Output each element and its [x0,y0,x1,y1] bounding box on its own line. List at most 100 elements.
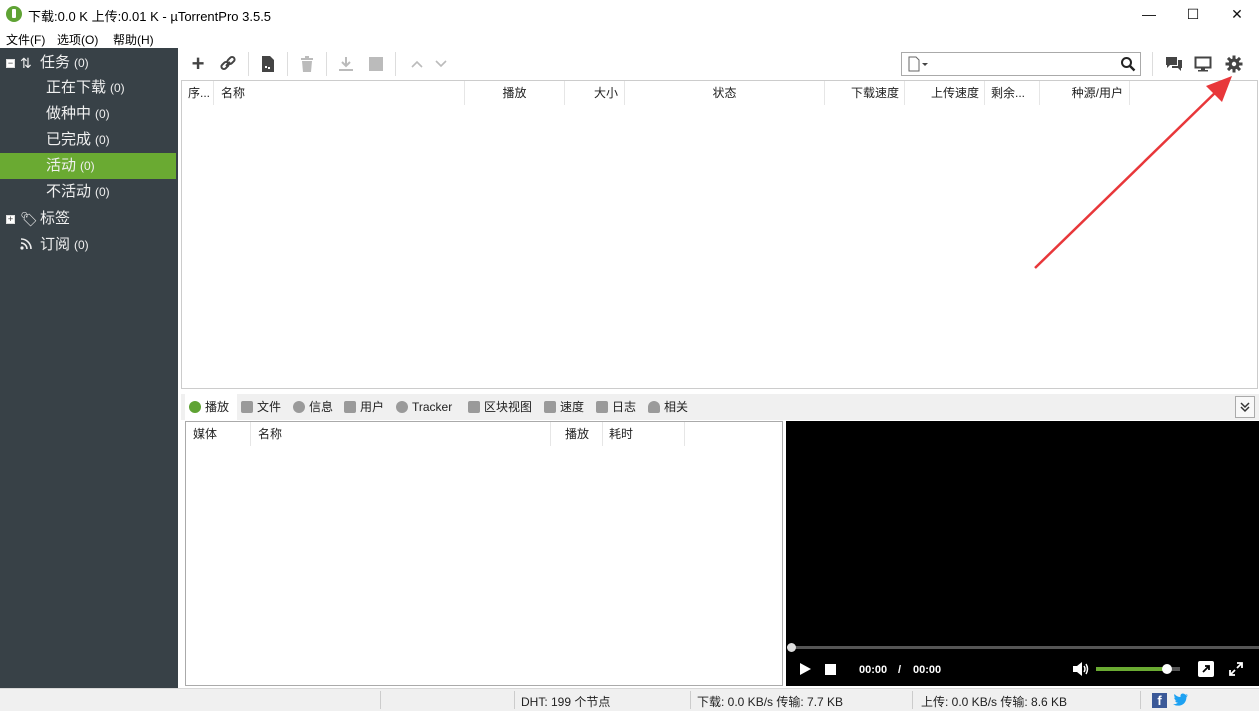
utorrent-logo-icon [6,6,22,22]
current-time: 00:00 [859,664,888,676]
sidebar-item-completed[interactable]: 已完成 (0) [0,127,176,153]
tab-info[interactable]: 信息 [289,394,339,420]
link-icon [220,55,236,71]
menu-help[interactable]: 帮助(H) [113,31,154,48]
column-header-play[interactable]: 播放 [465,81,565,105]
sidebar: − ⇅ 任务 (0) 正在下载 (0) 做种中 (0) 已完成 (0) 活动 (0) 不活… [0,48,178,688]
grid-icon [468,401,480,413]
add-link-button[interactable] [217,53,239,75]
twitter-icon[interactable] [1173,693,1189,710]
sidebar-item-label: 正在下载 [46,79,107,96]
sidebar-item-count: (0) [95,107,110,121]
create-torrent-button[interactable] [257,53,279,75]
play-icon [800,663,811,675]
facebook-icon[interactable]: f [1152,693,1167,708]
seek-handle[interactable] [787,643,796,652]
tab-play[interactable]: 播放 [185,394,237,420]
title-bar: 下载:0.0 K 上传:0.01 K - µTorrentPro 3.5.5 —… [0,0,1259,28]
search-provider-dropdown[interactable] [907,56,929,75]
tab-related[interactable]: 相关 [644,394,694,420]
total-time: 00:00 [913,664,942,676]
speaker-icon [1073,662,1089,676]
chevron-up-icon [411,60,423,68]
sidebar-item-count: (0) [95,133,110,147]
trash-icon [301,56,313,72]
sidebar-item-label: 不活动 [46,183,92,200]
column-header-name[interactable]: 名称 [214,81,465,105]
detail-tabs: 播放 文件 信息 用户 Tracker 区块视图 速度 日志 相关 [181,394,1259,420]
expand-icon[interactable]: + [6,215,15,224]
column-header-media-name[interactable]: 名称 [251,422,551,446]
media-list[interactable]: 媒体 名称 播放 耗时 [185,421,783,686]
external-window-icon [1202,665,1210,673]
volume-button[interactable] [1072,661,1090,680]
video-player[interactable]: 00:00 / 00:00 [786,421,1259,686]
stop-playback-button[interactable] [825,664,836,678]
status-bar: DHT: 199 个节点 下载: 0.0 KB/s 传输: 7.7 KB 上传:… [0,688,1259,711]
move-up-button[interactable] [406,53,428,75]
move-down-button[interactable] [430,53,452,75]
sidebar-item-inactive[interactable]: 不活动 (0) [0,179,176,205]
tab-pieces[interactable]: 区块视图 [464,394,538,420]
menu-file[interactable]: 文件(F) [6,31,45,48]
volume-handle[interactable] [1162,664,1173,674]
rss-icon [20,232,33,258]
document-icon [908,56,928,72]
close-button[interactable]: ✕ [1214,0,1259,28]
tab-peers[interactable]: 用户 [340,394,390,420]
chart-icon [544,401,556,413]
column-header-upload-speed[interactable]: 上传速度 [905,81,985,105]
sidebar-item-count: (0) [80,159,95,173]
sidebar-item-tasks[interactable]: − ⇅ 任务 (0) [0,50,176,76]
sidebar-item-active[interactable]: 活动 (0) [0,153,176,179]
column-header-status[interactable]: 状态 [625,81,825,105]
play-button[interactable] [798,662,812,679]
column-header-media[interactable]: 媒体 [186,422,251,446]
users-icon [344,401,356,413]
sidebar-item-count: (0) [95,185,110,199]
column-header-media-play[interactable]: 播放 [551,422,603,446]
seek-bar[interactable] [790,646,1259,649]
delete-button[interactable] [296,53,318,75]
window-title: 下载:0.0 K 上传:0.01 K - µTorrentPro 3.5.5 [28,9,272,24]
sidebar-item-seeding[interactable]: 做种中 (0) [0,101,176,127]
column-header-download-speed[interactable]: 下载速度 [825,81,905,105]
menu-bar: 文件(F) 选项(O) 帮助(H) [0,28,1259,48]
download-icon [339,57,353,71]
column-header-duration[interactable]: 耗时 [603,422,685,446]
tab-tracker[interactable]: Tracker [392,394,462,420]
sidebar-item-label: 活动 [46,157,77,174]
lightbulb-icon [648,401,660,413]
start-download-button[interactable] [335,53,357,75]
fullscreen-button[interactable] [1228,661,1244,680]
sidebar-item-label: 做种中 [46,105,92,122]
sidebar-item-labels[interactable]: + 🏷 标签 [0,206,176,232]
sidebar-item-label: 订阅 [40,236,71,253]
tab-log[interactable]: 日志 [592,394,642,420]
sidebar-item-count: (0) [74,56,89,70]
stop-button[interactable] [365,53,387,75]
menu-options[interactable]: 选项(O) [57,31,98,48]
stop-icon [825,664,836,675]
tab-files[interactable]: 文件 [237,394,287,420]
transfer-arrows-icon: ⇅ [20,55,32,71]
volume-level [1096,667,1168,671]
sidebar-item-downloading[interactable]: 正在下载 (0) [0,75,176,101]
collapse-icon[interactable]: − [6,59,15,68]
maximize-button[interactable]: ☐ [1170,0,1216,28]
annotation-arrow [1034,76,1232,269]
sidebar-item-feeds[interactable]: 订阅 (0) [0,232,176,258]
upload-status: 上传: 0.0 KB/s 传输: 8.6 KB [921,695,1068,709]
column-header-index[interactable]: 序... [182,81,214,105]
fullscreen-icon [1229,662,1243,676]
minimize-button[interactable]: — [1126,0,1172,28]
popout-button[interactable] [1198,661,1214,677]
collapse-panel-button[interactable] [1235,396,1255,418]
tab-speed[interactable]: 速度 [540,394,590,420]
tracker-icon [396,401,408,413]
chevron-down-icon [435,60,447,68]
sidebar-item-label: 任务 [40,54,71,71]
tag-icon: 🏷 [20,211,38,227]
column-header-size[interactable]: 大小 [565,81,625,105]
add-torrent-button[interactable]: + [187,51,209,76]
